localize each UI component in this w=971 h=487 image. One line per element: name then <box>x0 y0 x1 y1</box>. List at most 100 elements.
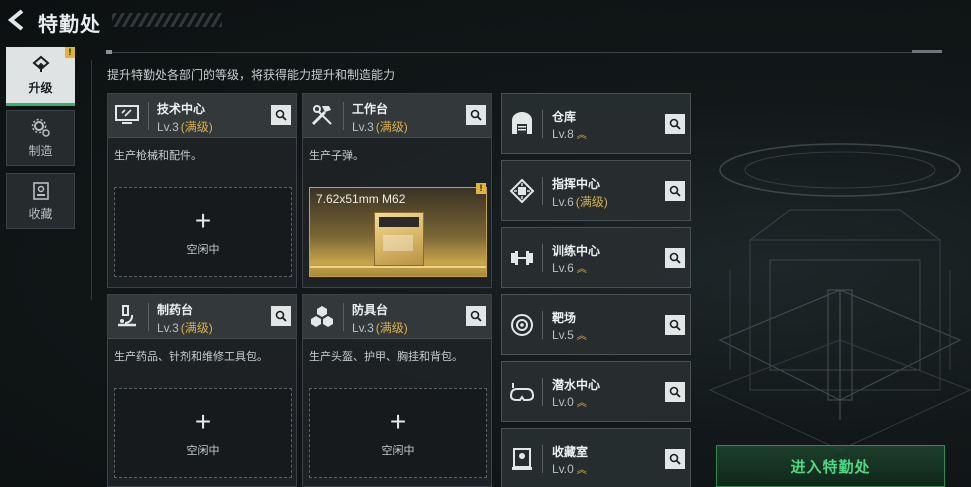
station-name: 技术中心 <box>157 102 206 116</box>
tab-craft[interactable]: 制造 <box>6 110 75 166</box>
idle-label: 空闲中 <box>381 445 415 457</box>
gear-icon <box>31 118 50 137</box>
facility-name: 收藏室 <box>552 445 589 459</box>
microscope-icon <box>118 305 136 327</box>
max-level-label: (满级) <box>180 120 213 134</box>
facility-name: 指挥中心 <box>552 177 601 191</box>
facility-collection-room[interactable]: 收藏室 Lv.0 ︽ <box>501 428 691 487</box>
station-name: 制药台 <box>157 303 194 317</box>
level-value: Lv.3 <box>157 120 179 134</box>
upgrade-arrow-icon: ︽ <box>576 331 587 342</box>
search-button[interactable] <box>665 315 685 335</box>
level-value: Lv.5 <box>552 328 574 342</box>
upgrade-icon <box>31 55 50 72</box>
back-icon[interactable] <box>6 8 28 32</box>
chip-icon <box>509 178 535 204</box>
idle-label: 空闲中 <box>186 244 220 256</box>
facility-diving-center[interactable]: 潜水中心 Lv.0 ︽ <box>501 361 691 422</box>
crafting-item-name: 7.62x51mm M62 <box>316 192 406 206</box>
header-divider <box>106 52 942 53</box>
page-title: 特勤处 <box>38 14 101 36</box>
plus-icon: + <box>194 406 212 437</box>
max-level-label: (满级) <box>180 321 213 335</box>
search-icon <box>669 453 681 465</box>
facility-level: Lv.0 ︽ <box>552 461 587 476</box>
header-separator <box>343 102 344 130</box>
goggles-icon <box>509 383 535 401</box>
facility-name: 潜水中心 <box>552 378 601 392</box>
dumbbell-icon <box>511 251 533 265</box>
facility-level: Lv.5 ︽ <box>552 327 587 342</box>
cubes-icon <box>311 306 333 327</box>
tab-craft-label: 制造 <box>28 143 53 158</box>
idle-label: 空闲中 <box>186 445 220 457</box>
header-separator <box>343 303 344 331</box>
search-button[interactable] <box>271 306 291 326</box>
station-header: 技术中心 Lv.3 (满级) <box>108 94 296 138</box>
divider-accent <box>106 50 112 54</box>
upgrade-arrow-icon: ︽ <box>576 398 587 409</box>
search-button[interactable] <box>665 114 685 134</box>
crafting-slot[interactable]: 7.62x51mm M62 ! <box>309 183 487 277</box>
level-value: Lv.3 <box>157 321 179 335</box>
facility-name: 靶场 <box>552 311 577 325</box>
station-card-workbench: 工作台 Lv.3 (满级) 生产子弹。 7.62x51mm M62 ! <box>302 93 492 288</box>
header-separator <box>542 378 543 406</box>
plus-icon: + <box>389 406 407 437</box>
search-icon <box>669 319 681 331</box>
search-button[interactable] <box>466 105 486 125</box>
idle-slot[interactable]: + 空闲中 <box>114 388 292 478</box>
tab-upgrade-label: 升级 <box>28 80 53 95</box>
search-icon <box>470 310 482 322</box>
search-button[interactable] <box>271 105 291 125</box>
station-name: 工作台 <box>352 102 389 116</box>
plus-icon: + <box>194 205 212 236</box>
display-case-icon <box>512 448 532 470</box>
station-header: 工作台 Lv.3 (满级) <box>303 94 491 138</box>
search-button[interactable] <box>665 248 685 268</box>
level-value: Lv.3 <box>352 321 374 335</box>
sidebar-divider <box>91 60 92 300</box>
level-value: Lv.8 <box>552 127 574 141</box>
station-card-armor: 防具台 Lv.3 (满级) 生产头盔、护甲、胸挂和背包。 + 空闲中 <box>302 294 492 487</box>
search-icon <box>470 109 482 121</box>
search-button[interactable] <box>665 449 685 469</box>
header-separator <box>542 311 543 339</box>
upgrade-arrow-icon: ︽ <box>576 130 587 141</box>
facility-level: Lv.0 ︽ <box>552 394 587 409</box>
header-separator <box>542 177 543 205</box>
station-card-tech-center: 技术中心 Lv.3 (满级) 生产枪械和配件。 + 空闲中 <box>107 93 297 288</box>
tab-collection[interactable]: 收藏 <box>6 173 75 229</box>
facility-warehouse[interactable]: 仓库 Lv.8 ︽ <box>501 93 691 154</box>
idle-slot[interactable]: + 空闲中 <box>114 187 292 277</box>
collection-icon <box>32 181 49 200</box>
search-button[interactable] <box>665 382 685 402</box>
facility-training-center[interactable]: 训练中心 Lv.6 ︽ <box>501 227 691 288</box>
divider-accent <box>912 50 942 53</box>
station-level: Lv.3 (满级) <box>157 319 213 336</box>
enter-button-label: 进入特勤处 <box>790 458 871 476</box>
station-header: 制药台 Lv.3 (满级) <box>108 295 296 339</box>
station-name: 防具台 <box>352 303 389 317</box>
facility-level: Lv.8 ︽ <box>552 126 587 141</box>
tools-icon <box>311 105 332 126</box>
enter-special-ops-button[interactable]: 进入特勤处 <box>716 445 945 487</box>
upgrade-arrow-icon: ︽ <box>576 264 587 275</box>
monitor-icon <box>115 105 139 124</box>
header-separator <box>542 244 543 272</box>
tab-collection-label: 收藏 <box>28 206 53 221</box>
idle-slot[interactable]: + 空闲中 <box>309 388 487 478</box>
search-icon <box>669 252 681 264</box>
facility-command-center[interactable]: 指挥中心 Lv.6 (满级) <box>501 160 691 221</box>
search-icon <box>275 109 287 121</box>
facility-shooting-range[interactable]: 靶场 Lv.5 ︽ <box>501 294 691 355</box>
station-header: 防具台 Lv.3 (满级) <box>303 295 491 339</box>
search-button[interactable] <box>466 306 486 326</box>
level-value: Lv.0 <box>552 462 574 476</box>
max-level-label: (满级) <box>375 120 408 134</box>
alert-badge: ! <box>476 183 486 194</box>
crafting-progress-bar <box>310 266 486 268</box>
active-tab-indicator <box>6 103 75 106</box>
search-button[interactable] <box>665 181 685 201</box>
station-level: Lv.3 (满级) <box>352 319 408 336</box>
